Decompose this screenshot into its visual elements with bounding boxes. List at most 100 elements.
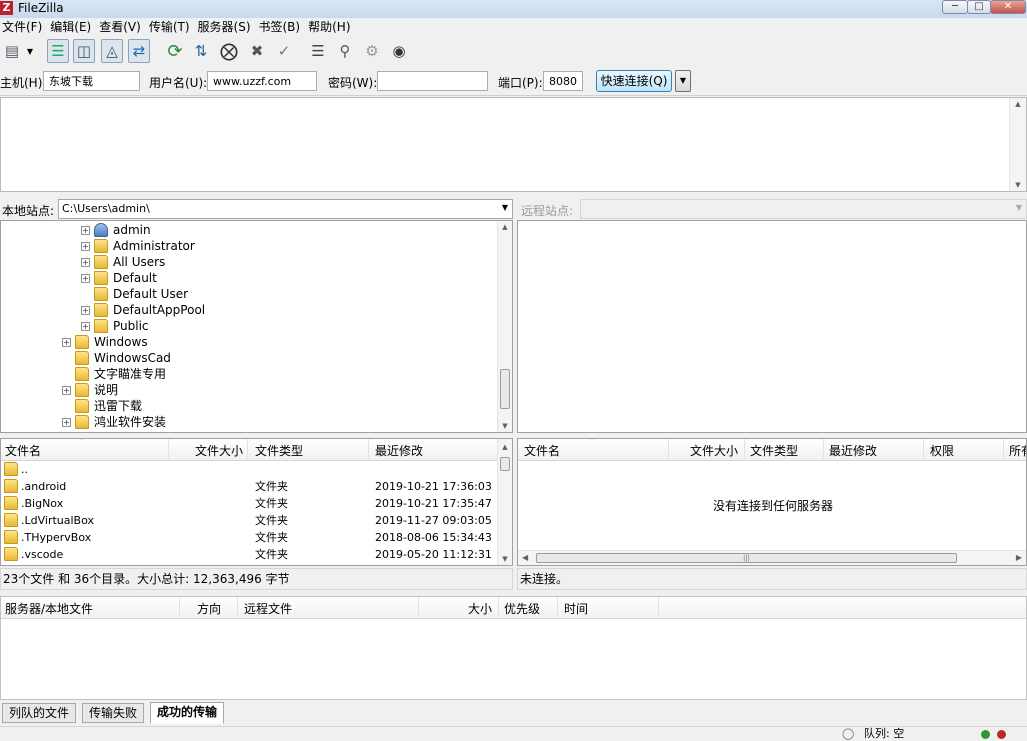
tree-item[interactable]: 文字瞄准专用 (62, 366, 166, 382)
file-row[interactable]: .LdVirtualBox 文件夹 2019-11-27 09:03:05 (1, 512, 496, 529)
file-row[interactable]: .. (1, 461, 496, 478)
tab-successful-transfers[interactable]: 成功的传输 (150, 702, 225, 724)
site-manager-icon[interactable]: ▤ (1, 39, 23, 63)
search-icon[interactable]: ⚲ (334, 39, 356, 63)
tree-item[interactable]: + Administrator (81, 238, 195, 254)
transfer-queue[interactable]: 服务器/本地文件 方向 远程文件 大小 优先级 时间 (0, 596, 1027, 700)
menu-server[interactable]: 服务器(S) (196, 18, 257, 37)
tree-item[interactable]: + All Users (81, 254, 165, 270)
column-filesize[interactable]: 文件大小 (690, 442, 738, 459)
sync-browsing-icon[interactable]: ⚙ (361, 39, 383, 63)
username-input[interactable] (207, 71, 317, 91)
file-row[interactable]: .BigNox 文件夹 2019-10-21 17:35:47 (1, 495, 496, 512)
refresh-icon[interactable]: ⟳ (164, 39, 186, 63)
expand-icon[interactable]: + (62, 337, 71, 347)
toggle-local-tree-icon[interactable]: ◫ (73, 39, 95, 63)
remote-file-list[interactable]: 文件名 ˄ 文件大小 文件类型 最近修改 权限 所有 没有连接到任何服务器 ◀ … (517, 438, 1027, 566)
quickconnect-button[interactable]: 快速连接(Q) (596, 70, 672, 92)
expand-icon[interactable]: + (81, 273, 90, 283)
column-server-local-file[interactable]: 服务器/本地文件 (5, 600, 93, 617)
expand-icon[interactable]: + (62, 417, 71, 427)
menu-bookmarks[interactable]: 书签(B) (257, 18, 307, 37)
column-filetype[interactable]: 文件类型 (255, 442, 303, 459)
column-permissions[interactable]: 权限 (930, 442, 954, 459)
host-input[interactable] (43, 71, 140, 91)
tree-item[interactable]: + DefaultAppPool (81, 302, 205, 318)
message-log[interactable]: ▲ ▼ (0, 97, 1027, 192)
file-row[interactable]: .THypervBox 文件夹 2018-08-06 15:34:43 (1, 529, 496, 546)
file-name: .. (21, 463, 28, 476)
tree-item[interactable]: 迅雷下载 (62, 398, 142, 414)
column-size[interactable]: 大小 (468, 600, 492, 617)
menu-file[interactable]: 文件(F) (0, 18, 48, 37)
reconnect-icon[interactable]: ✓ (273, 39, 295, 63)
binoculars-icon[interactable]: ◉ (388, 39, 410, 63)
disconnect-icon[interactable]: ✖ (246, 39, 268, 63)
expand-icon[interactable]: + (81, 257, 90, 267)
tab-failed-transfers[interactable]: 传输失败 (82, 703, 145, 723)
tree-item-label: Default (113, 271, 157, 285)
tree-item[interactable]: + Public (81, 318, 149, 334)
column-modified[interactable]: 最近修改 (829, 442, 877, 459)
tree-item[interactable]: Default User (81, 286, 188, 302)
maximize-button[interactable]: □ (967, 0, 991, 14)
expand-icon[interactable]: + (62, 385, 71, 395)
close-button[interactable]: ✕ (990, 0, 1026, 14)
remote-list-hscroll-thumb[interactable]: ||| (536, 553, 957, 563)
menu-transfer[interactable]: 传输(T) (147, 18, 196, 37)
directory-filter-icon[interactable]: ☰ (307, 39, 329, 63)
folder-icon (94, 319, 108, 333)
process-queue-icon[interactable]: ⇅ (190, 39, 212, 63)
file-row[interactable]: .vscode 文件夹 2019-05-20 11:12:31 (1, 546, 496, 563)
tree-item[interactable]: + 说明 (62, 382, 118, 398)
local-directory-tree[interactable]: + admin + Administrator + All Users + Default De… (0, 220, 513, 433)
filezilla-logo-icon: Z (0, 1, 13, 15)
tree-item[interactable]: WindowsCad (62, 350, 171, 366)
expand-icon[interactable]: + (81, 241, 90, 251)
password-input[interactable] (377, 71, 488, 91)
column-priority[interactable]: 优先级 (504, 600, 540, 617)
tab-queued-files[interactable]: 列队的文件 (2, 703, 77, 723)
site-manager-dropdown-icon[interactable]: ▼ (24, 39, 36, 63)
column-filename[interactable]: 文件名 (5, 442, 41, 459)
message-log-scrollbar[interactable]: ▲ ▼ (1009, 98, 1026, 191)
quickconnect-dropdown-icon[interactable]: ▼ (675, 70, 691, 92)
local-tree-scrollbar[interactable]: ▲ ▼ (497, 221, 512, 432)
cancel-operation-icon[interactable]: ⨂ (218, 39, 240, 63)
local-list-scrollbar[interactable]: ▲ ▼ (497, 439, 512, 565)
column-filename[interactable]: 文件名 (524, 442, 560, 459)
folder-icon (4, 479, 18, 493)
file-row[interactable]: .android 文件夹 2019-10-21 17:36:03 (1, 478, 496, 495)
tree-item[interactable]: + Windows (62, 334, 148, 350)
column-time[interactable]: 时间 (564, 600, 588, 617)
tree-item[interactable]: + admin (81, 222, 151, 238)
local-path-combo[interactable]: C:\Users\admin\ ▼ (58, 199, 513, 219)
local-file-list[interactable]: 文件名 ˄ 文件大小 文件类型 最近修改 .. .android 文件夹 2019-1… (0, 438, 513, 566)
expand-icon[interactable]: + (81, 305, 90, 315)
expand-icon[interactable]: + (81, 225, 90, 235)
column-remote-file[interactable]: 远程文件 (244, 600, 292, 617)
column-filesize[interactable]: 文件大小 (195, 442, 243, 459)
folder-icon (4, 513, 18, 527)
tree-item[interactable]: + Default (81, 270, 157, 286)
menu-edit[interactable]: 编辑(E) (48, 18, 97, 37)
remote-directory-tree[interactable] (517, 220, 1027, 433)
column-direction[interactable]: 方向 (197, 600, 221, 617)
menu-help[interactable]: 帮助(H) (306, 18, 356, 37)
tree-item[interactable]: + 鸿业软件安装 (62, 414, 166, 430)
column-owner[interactable]: 所有 (1009, 442, 1026, 459)
local-tree-scroll-thumb[interactable] (500, 369, 510, 409)
expand-icon[interactable]: + (81, 321, 90, 331)
toggle-message-log-icon[interactable]: ☰ (47, 39, 69, 63)
toggle-transfer-queue-icon[interactable]: ⇄ (128, 39, 150, 63)
not-connected-message: 没有连接到任何服务器 (712, 499, 833, 513)
column-modified[interactable]: 最近修改 (375, 442, 423, 459)
port-input[interactable] (543, 71, 583, 91)
minimize-button[interactable]: ─ (942, 0, 968, 14)
menu-view[interactable]: 查看(V) (97, 18, 147, 37)
column-filetype[interactable]: 文件类型 (750, 442, 798, 459)
local-list-scroll-thumb[interactable] (500, 457, 510, 471)
remote-path-combo[interactable]: ▼ (580, 199, 1027, 219)
remote-list-hscrollbar[interactable]: ◀ ||| ▶ (518, 550, 1026, 565)
toggle-remote-tree-icon[interactable]: ◬ (101, 39, 123, 63)
